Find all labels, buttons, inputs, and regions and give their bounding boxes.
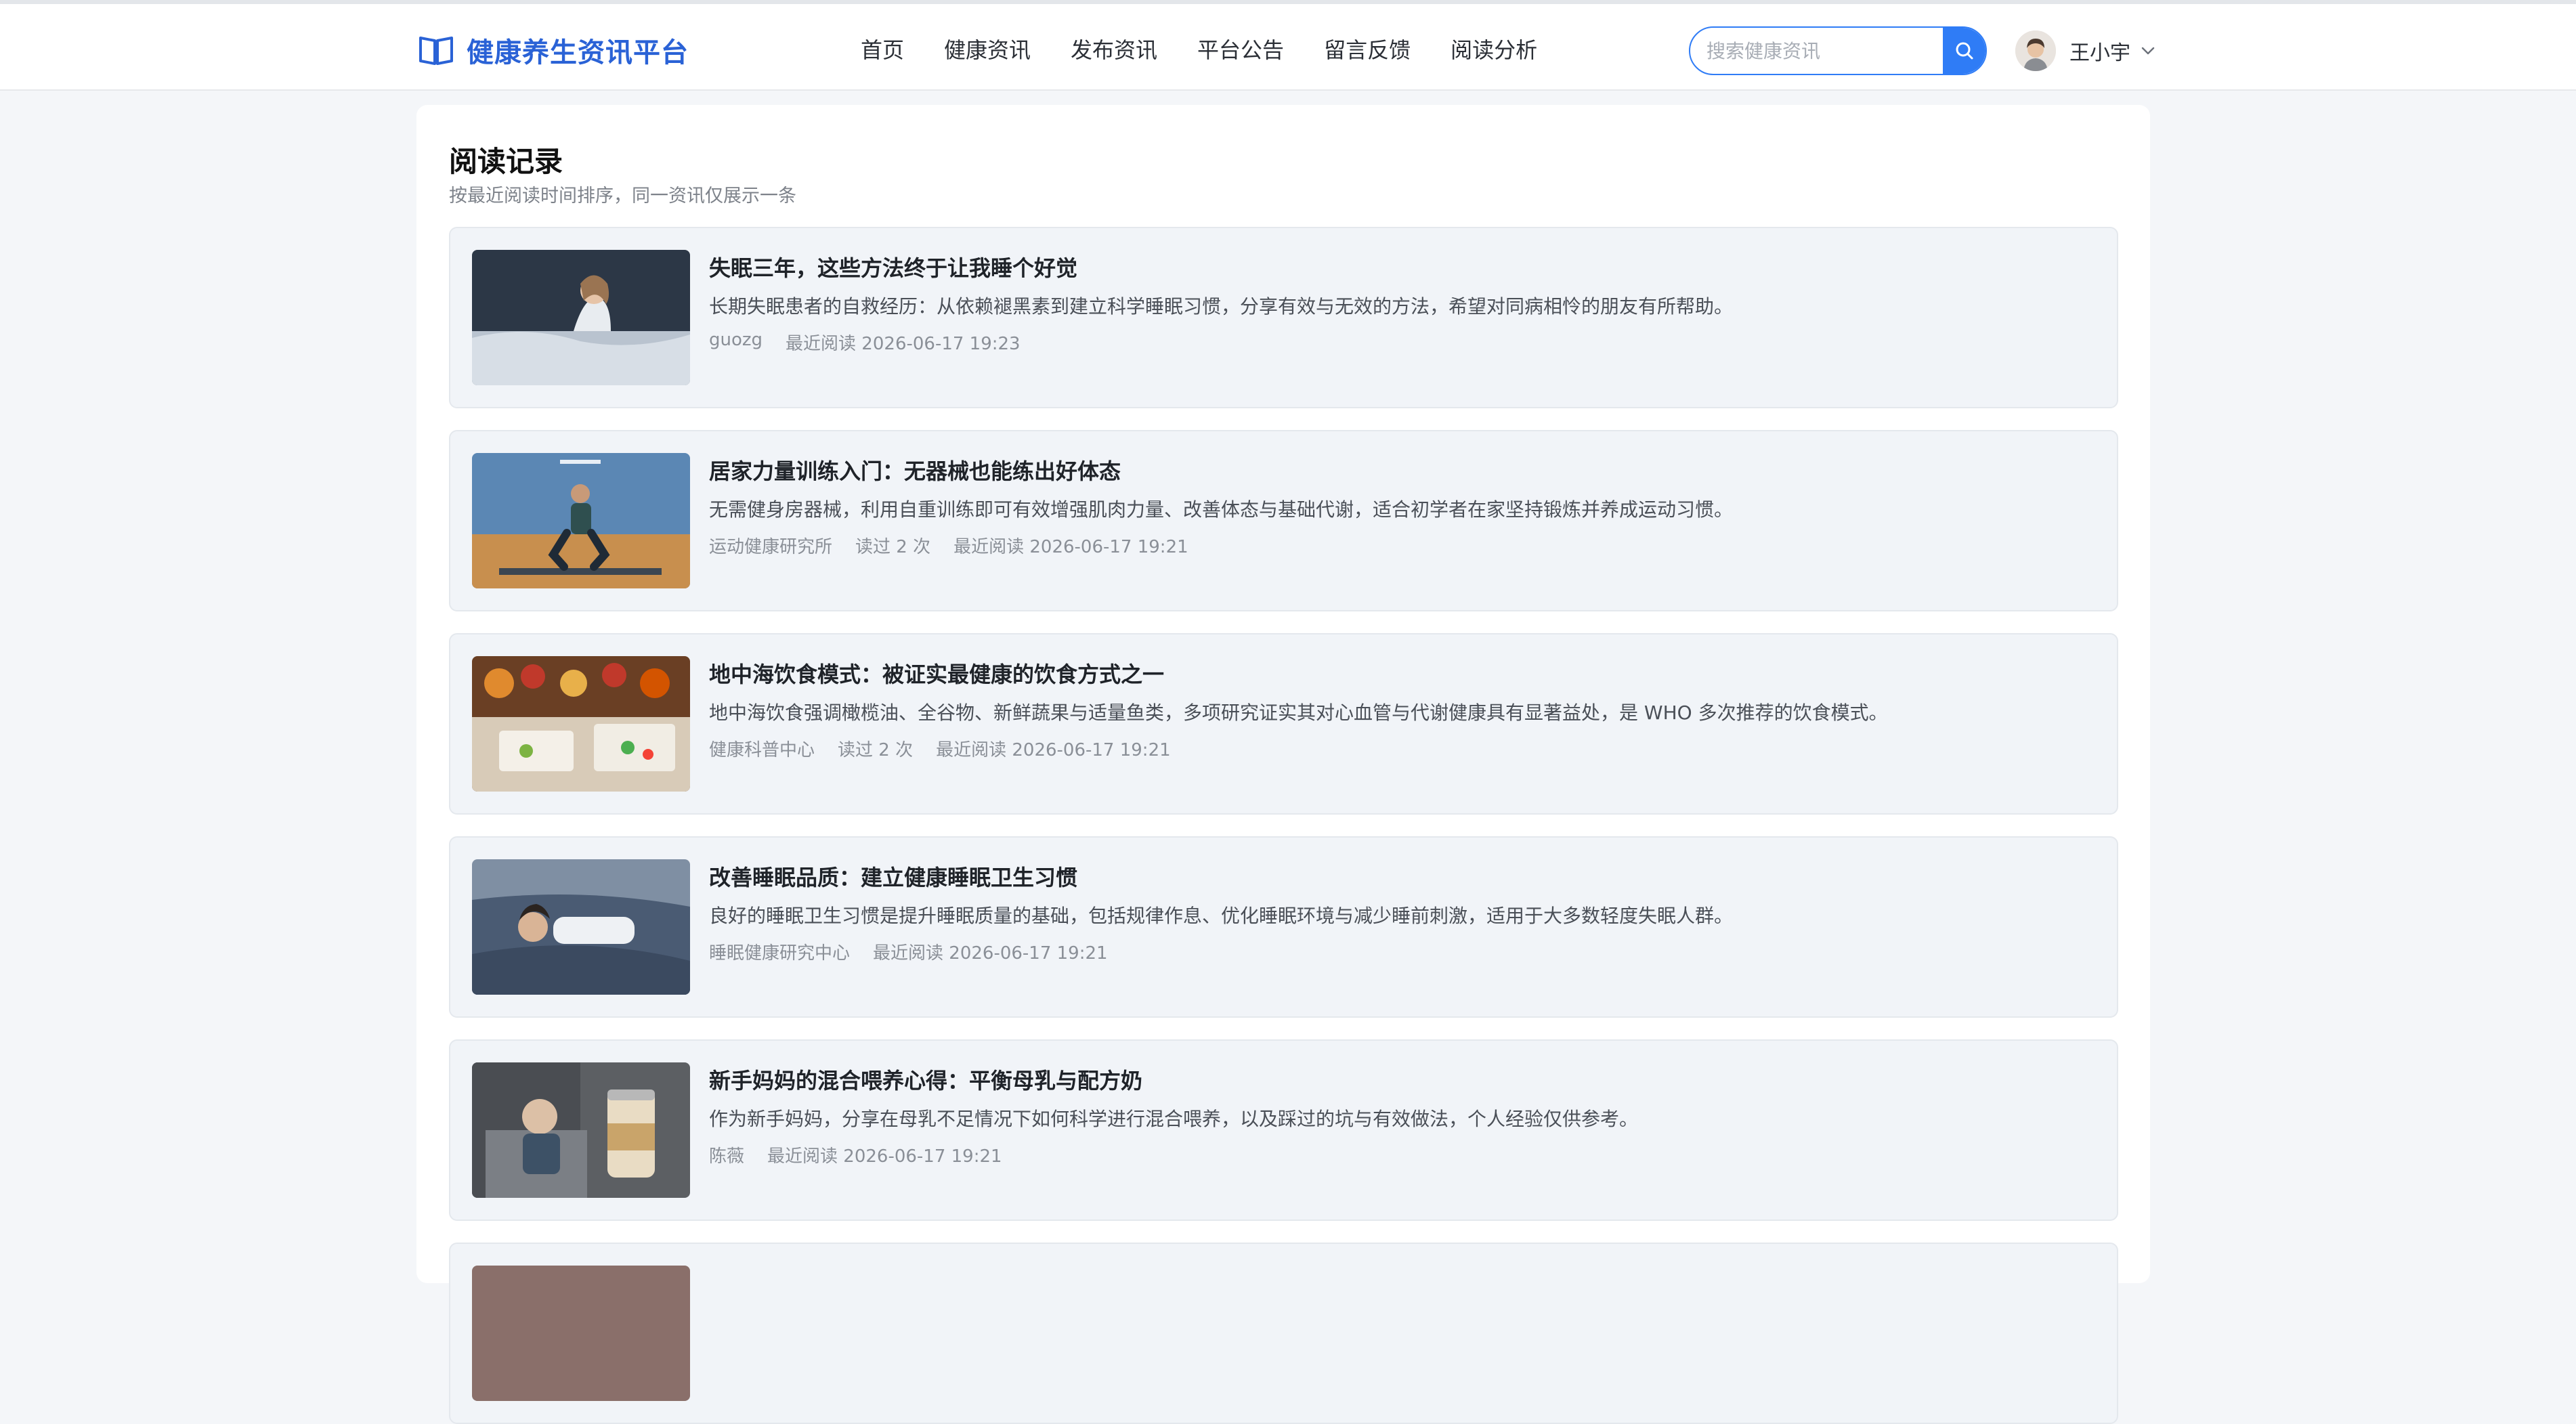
last-read-time: 最近阅读 2026-06-17 19:21 <box>953 537 1188 557</box>
user-menu[interactable]: 王小宇 <box>2015 28 2156 73</box>
book-icon <box>419 37 453 65</box>
search-input[interactable] <box>1690 28 1943 74</box>
brand-title: 健康养生资讯平台 <box>467 37 689 68</box>
article-summary: 无需健身房器械，利用自重训练即可有效增强肌肉力量、改善体态与基础代谢，适合初学者… <box>709 498 1734 521</box>
article-summary: 良好的睡眠卫生习惯是提升睡眠质量的基础，包括规律作息、优化睡眠环境与减少睡前刺激… <box>709 905 1734 927</box>
article-thumbnail <box>472 859 690 995</box>
search-button[interactable] <box>1943 28 1985 74</box>
user-name: 王小宇 <box>2069 41 2130 65</box>
article-author: 陈薇 <box>709 1146 745 1167</box>
article-author: guozg <box>709 330 763 350</box>
reading-record-card[interactable]: 地中海饮食模式：被证实最健康的饮食方式之一 地中海饮食强调橄榄油、全谷物、新鲜蔬… <box>449 633 2118 815</box>
last-read-time: 最近阅读 2026-06-17 19:21 <box>936 740 1171 760</box>
avatar <box>2015 30 2056 71</box>
article-author: 运动健康研究所 <box>709 537 833 557</box>
article-summary: 作为新手妈妈，分享在母乳不足情况下如何科学进行混合喂养，以及踩过的坑与有效做法，… <box>709 1108 1639 1130</box>
top-header: 健康养生资讯平台 首页 健康资讯 发布资讯 平台公告 留言反馈 阅读分析 王小宇 <box>0 4 2576 91</box>
article-title: 失眠三年，这些方法终于让我睡个好觉 <box>709 255 1078 281</box>
page-title: 阅读记录 <box>449 145 563 178</box>
article-meta: 健康科普中心 读过 2 次 最近阅读 2026-06-17 19:21 <box>709 736 1194 761</box>
reading-record-card[interactable]: 新手妈妈的混合喂养心得：平衡母乳与配方奶 作为新手妈妈，分享在母乳不足情况下如何… <box>449 1039 2118 1221</box>
article-title: 改善睡眠品质：建立健康睡眠卫生习惯 <box>709 865 1078 890</box>
reading-record-card[interactable]: 居家力量训练入门：无器械也能练出好体态 无需健身房器械，利用自重训练即可有效增强… <box>449 430 2118 611</box>
search-box <box>1689 26 1987 75</box>
nav-publish[interactable]: 发布资讯 <box>1071 34 1157 66</box>
reading-record-card[interactable]: 失眠三年，这些方法终于让我睡个好觉 长期失眠患者的自救经历：从依赖褪黑素到建立科… <box>449 227 2118 408</box>
read-count: 读过 2 次 <box>838 740 914 760</box>
article-thumbnail <box>472 1266 690 1401</box>
article-summary: 地中海饮食强调橄榄油、全谷物、新鲜蔬果与适量鱼类，多项研究证实其对心血管与代谢健… <box>709 702 1888 724</box>
brand[interactable]: 健康养生资讯平台 <box>418 30 689 70</box>
read-count: 读过 2 次 <box>855 537 931 557</box>
article-thumbnail <box>472 656 690 792</box>
page-subtitle: 按最近阅读时间排序，同一资讯仅展示一条 <box>449 186 796 207</box>
chevron-down-icon <box>2141 47 2155 55</box>
last-read-time: 最近阅读 2026-06-17 19:23 <box>786 334 1021 354</box>
reading-history-panel: 阅读记录 按最近阅读时间排序，同一资讯仅展示一条 失眠三年，这些方法终于让我睡个… <box>416 105 2150 1424</box>
article-summary: 长期失眠患者的自救经历：从依赖褪黑素到建立科学睡眠习惯，分享有效与无效的方法，希… <box>709 295 1734 318</box>
article-thumbnail <box>472 453 690 588</box>
search-icon <box>1956 42 1973 60</box>
nav-feedback[interactable]: 留言反馈 <box>1324 34 1411 66</box>
article-title: 地中海饮食模式：被证实最健康的饮食方式之一 <box>709 662 1165 687</box>
article-title: 新手妈妈的混合喂养心得：平衡母乳与配方奶 <box>709 1068 1143 1094</box>
last-read-time: 最近阅读 2026-06-17 19:21 <box>873 943 1108 964</box>
reading-record-card[interactable]: 改善睡眠品质：建立健康睡眠卫生习惯 良好的睡眠卫生习惯是提升睡眠质量的基础，包括… <box>449 836 2118 1018</box>
nav-announcements[interactable]: 平台公告 <box>1197 34 1284 66</box>
article-author: 睡眠健康研究中心 <box>709 943 851 964</box>
nav-reading-analysis[interactable]: 阅读分析 <box>1451 34 1537 66</box>
article-author: 健康科普中心 <box>709 740 815 760</box>
nav-health-news[interactable]: 健康资讯 <box>944 34 1031 66</box>
article-meta: 陈薇 最近阅读 2026-06-17 19:21 <box>709 1142 1025 1167</box>
article-thumbnail <box>472 250 690 385</box>
nav-home[interactable]: 首页 <box>861 34 904 66</box>
reading-record-card[interactable] <box>449 1243 2118 1424</box>
article-thumbnail <box>472 1062 690 1198</box>
article-meta: guozg 最近阅读 2026-06-17 19:23 <box>709 330 1044 355</box>
article-title: 居家力量训练入门：无器械也能练出好体态 <box>709 458 1121 484</box>
article-meta: 睡眠健康研究中心 最近阅读 2026-06-17 19:21 <box>709 939 1131 964</box>
last-read-time: 最近阅读 2026-06-17 19:21 <box>767 1146 1002 1167</box>
article-meta: 运动健康研究所 读过 2 次 最近阅读 2026-06-17 19:21 <box>709 533 1211 558</box>
main-nav: 首页 健康资讯 发布资讯 平台公告 留言反馈 阅读分析 <box>861 34 1577 66</box>
